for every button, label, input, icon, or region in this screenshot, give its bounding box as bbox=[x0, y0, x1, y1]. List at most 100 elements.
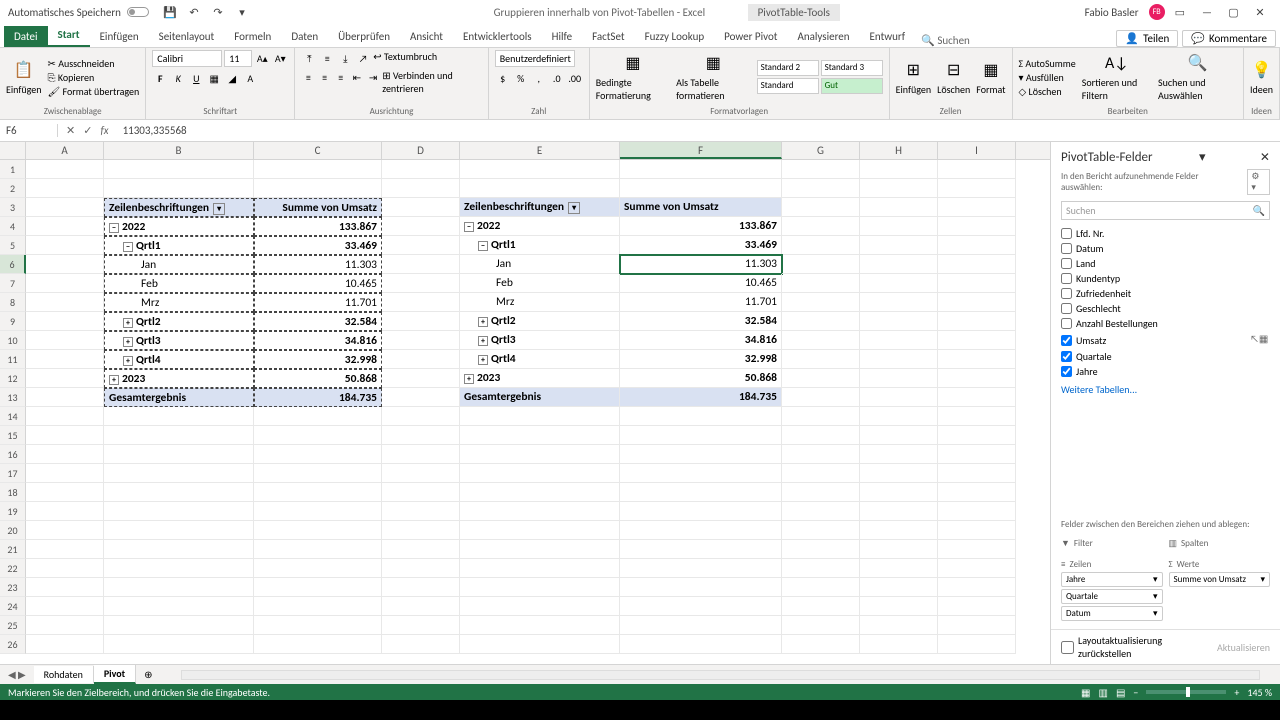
tab-analyze[interactable]: Analysieren bbox=[787, 26, 859, 47]
indent-left-icon[interactable]: ⇤ bbox=[350, 69, 364, 85]
underline-button[interactable]: U bbox=[188, 70, 204, 86]
tab-powerpivot[interactable]: Power Pivot bbox=[714, 26, 787, 47]
cut-button[interactable]: ✂ Ausschneiden bbox=[48, 57, 140, 70]
tab-formulas[interactable]: Formeln bbox=[224, 26, 281, 47]
field-anzahl[interactable]: Anzahl Bestellungen bbox=[1076, 317, 1158, 330]
pane-menu-icon[interactable]: ▾ bbox=[1199, 150, 1206, 165]
orientation-icon[interactable]: ↗ bbox=[355, 50, 371, 66]
sheet-nav-prev[interactable]: ◀ ▶ bbox=[0, 668, 34, 681]
number-format-select[interactable]: Benutzerdefiniert bbox=[495, 50, 575, 67]
share-button[interactable]: 👤 Teilen bbox=[1116, 30, 1178, 47]
font-name-input[interactable]: Calibri bbox=[152, 50, 222, 67]
field-geschlecht-check[interactable] bbox=[1061, 303, 1072, 314]
wrap-text-button[interactable]: ↩ Textumbruch bbox=[373, 50, 437, 66]
zoom-level[interactable]: 145 % bbox=[1247, 686, 1272, 699]
merge-button[interactable]: ⊞ Verbinden und zentrieren bbox=[382, 69, 482, 95]
increase-font-icon[interactable]: A▴ bbox=[254, 50, 270, 66]
collapse-icon[interactable]: − bbox=[123, 242, 133, 252]
formula-input[interactable]: 11303,335568 bbox=[117, 124, 1280, 137]
align-right-icon[interactable]: ≡ bbox=[334, 69, 348, 85]
select-all-corner[interactable] bbox=[0, 142, 26, 159]
expand-icon[interactable]: + bbox=[123, 356, 133, 366]
align-center-icon[interactable]: ≡ bbox=[317, 69, 331, 85]
minimize-button[interactable]: — bbox=[1195, 6, 1219, 19]
more-tables-link[interactable]: Weitere Tabellen... bbox=[1051, 379, 1280, 400]
undo-icon[interactable]: ↶ bbox=[187, 5, 201, 19]
zoom-in-button[interactable]: + bbox=[1234, 686, 1239, 699]
col-B[interactable]: B bbox=[104, 142, 254, 159]
as-table-button[interactable]: ▦Als Tabelle formatieren bbox=[676, 52, 751, 102]
name-box[interactable]: F6 bbox=[0, 124, 58, 137]
avatar[interactable]: FB bbox=[1149, 4, 1165, 20]
zoom-out-button[interactable]: − bbox=[1133, 686, 1138, 699]
field-search-input[interactable]: Suchen🔍 bbox=[1061, 201, 1270, 220]
field-lfdnr-check[interactable] bbox=[1061, 228, 1072, 239]
col-I[interactable]: I bbox=[938, 142, 1016, 159]
sheet-tab-pivot[interactable]: Pivot bbox=[94, 665, 136, 684]
expand-icon[interactable]: + bbox=[123, 337, 133, 347]
align-middle-icon[interactable]: ≡ bbox=[319, 50, 335, 66]
comma-icon[interactable]: , bbox=[531, 70, 547, 86]
style-gut[interactable]: Gut bbox=[821, 78, 883, 94]
expand-icon[interactable]: + bbox=[109, 375, 119, 385]
pane-close-icon[interactable]: ✕ bbox=[1260, 150, 1270, 165]
col-H[interactable]: H bbox=[860, 142, 938, 159]
enter-formula-icon[interactable]: ✓ bbox=[83, 124, 92, 137]
autosum-button[interactable]: Σ AutoSumme bbox=[1019, 57, 1076, 70]
style-standard2[interactable]: Standard 2 bbox=[757, 60, 819, 76]
delete-cells-button[interactable]: ⊟Löschen bbox=[937, 59, 970, 96]
tab-layout[interactable]: Seitenlayout bbox=[149, 26, 225, 47]
selected-cell[interactable]: 11.303 bbox=[620, 255, 782, 274]
add-sheet-button[interactable]: ⊕ bbox=[136, 668, 160, 681]
tab-help[interactable]: Hilfe bbox=[542, 26, 582, 47]
tab-file[interactable]: Datei bbox=[4, 26, 48, 47]
filter-dropdown-icon[interactable]: ▾ bbox=[213, 203, 225, 215]
cancel-formula-icon[interactable]: ✕ bbox=[66, 124, 75, 137]
field-zufriedenheit[interactable]: Zufriedenheit bbox=[1076, 287, 1131, 300]
style-standard3[interactable]: Standard 3 bbox=[821, 60, 883, 76]
tab-start[interactable]: Start bbox=[48, 24, 90, 47]
field-datum-check[interactable] bbox=[1061, 243, 1072, 254]
collapse-icon[interactable]: − bbox=[464, 222, 474, 232]
paste-button[interactable]: 📋Einfügen bbox=[6, 59, 42, 96]
redo-icon[interactable]: ↷ bbox=[211, 5, 225, 19]
field-land-check[interactable] bbox=[1061, 258, 1072, 269]
field-geschlecht[interactable]: Geschlecht bbox=[1076, 302, 1121, 315]
expand-icon[interactable]: + bbox=[478, 355, 488, 365]
tab-fuzzy[interactable]: Fuzzy Lookup bbox=[635, 26, 715, 47]
tab-insert[interactable]: Einfügen bbox=[90, 26, 149, 47]
row-area-jahre[interactable]: Jahre▾ bbox=[1061, 572, 1163, 587]
field-jahre[interactable]: Jahre bbox=[1076, 365, 1098, 378]
align-bottom-icon[interactable]: ⤓ bbox=[337, 50, 353, 66]
sheet-tab-rohdaten[interactable]: Rohdaten bbox=[34, 666, 94, 683]
font-size-input[interactable]: 11 bbox=[224, 50, 252, 67]
format-cells-button[interactable]: ▦Format bbox=[976, 59, 1005, 96]
row-area-datum[interactable]: Datum▾ bbox=[1061, 606, 1163, 621]
tab-factset[interactable]: FactSet bbox=[582, 26, 635, 47]
row-area-quartale[interactable]: Quartale▾ bbox=[1061, 589, 1163, 604]
tab-design[interactable]: Entwurf bbox=[860, 26, 916, 47]
view-normal-icon[interactable]: ▦ bbox=[1081, 686, 1090, 699]
cell-styles-gallery[interactable]: Standard 2 Standard 3 Standard Gut bbox=[757, 60, 883, 94]
autosave-toggle[interactable] bbox=[127, 7, 149, 17]
collapse-icon[interactable]: − bbox=[109, 223, 119, 233]
align-left-icon[interactable]: ≡ bbox=[301, 69, 315, 85]
col-F[interactable]: F bbox=[620, 142, 782, 159]
italic-button[interactable]: K bbox=[170, 70, 186, 86]
tell-me-search[interactable]: 🔍 Suchen bbox=[915, 34, 976, 47]
align-top-icon[interactable]: ⤒ bbox=[301, 50, 317, 66]
field-land[interactable]: Land bbox=[1076, 257, 1096, 270]
percent-icon[interactable]: % bbox=[513, 70, 529, 86]
decrease-font-icon[interactable]: A▾ bbox=[272, 50, 288, 66]
col-D[interactable]: D bbox=[382, 142, 460, 159]
close-button[interactable]: ✕ bbox=[1248, 6, 1272, 19]
fill-color-button[interactable]: ◢ bbox=[224, 70, 240, 86]
field-jahre-check[interactable] bbox=[1061, 366, 1072, 377]
col-G[interactable]: G bbox=[782, 142, 860, 159]
currency-icon[interactable]: $ bbox=[495, 70, 511, 86]
comments-button[interactable]: 💬 Kommentare bbox=[1182, 30, 1276, 47]
filter-dropdown-icon[interactable]: ▾ bbox=[568, 202, 580, 214]
expand-icon[interactable]: + bbox=[123, 318, 133, 328]
gear-icon[interactable]: ⚙ ▾ bbox=[1247, 169, 1270, 195]
ideas-button[interactable]: 💡Ideen bbox=[1250, 59, 1273, 96]
